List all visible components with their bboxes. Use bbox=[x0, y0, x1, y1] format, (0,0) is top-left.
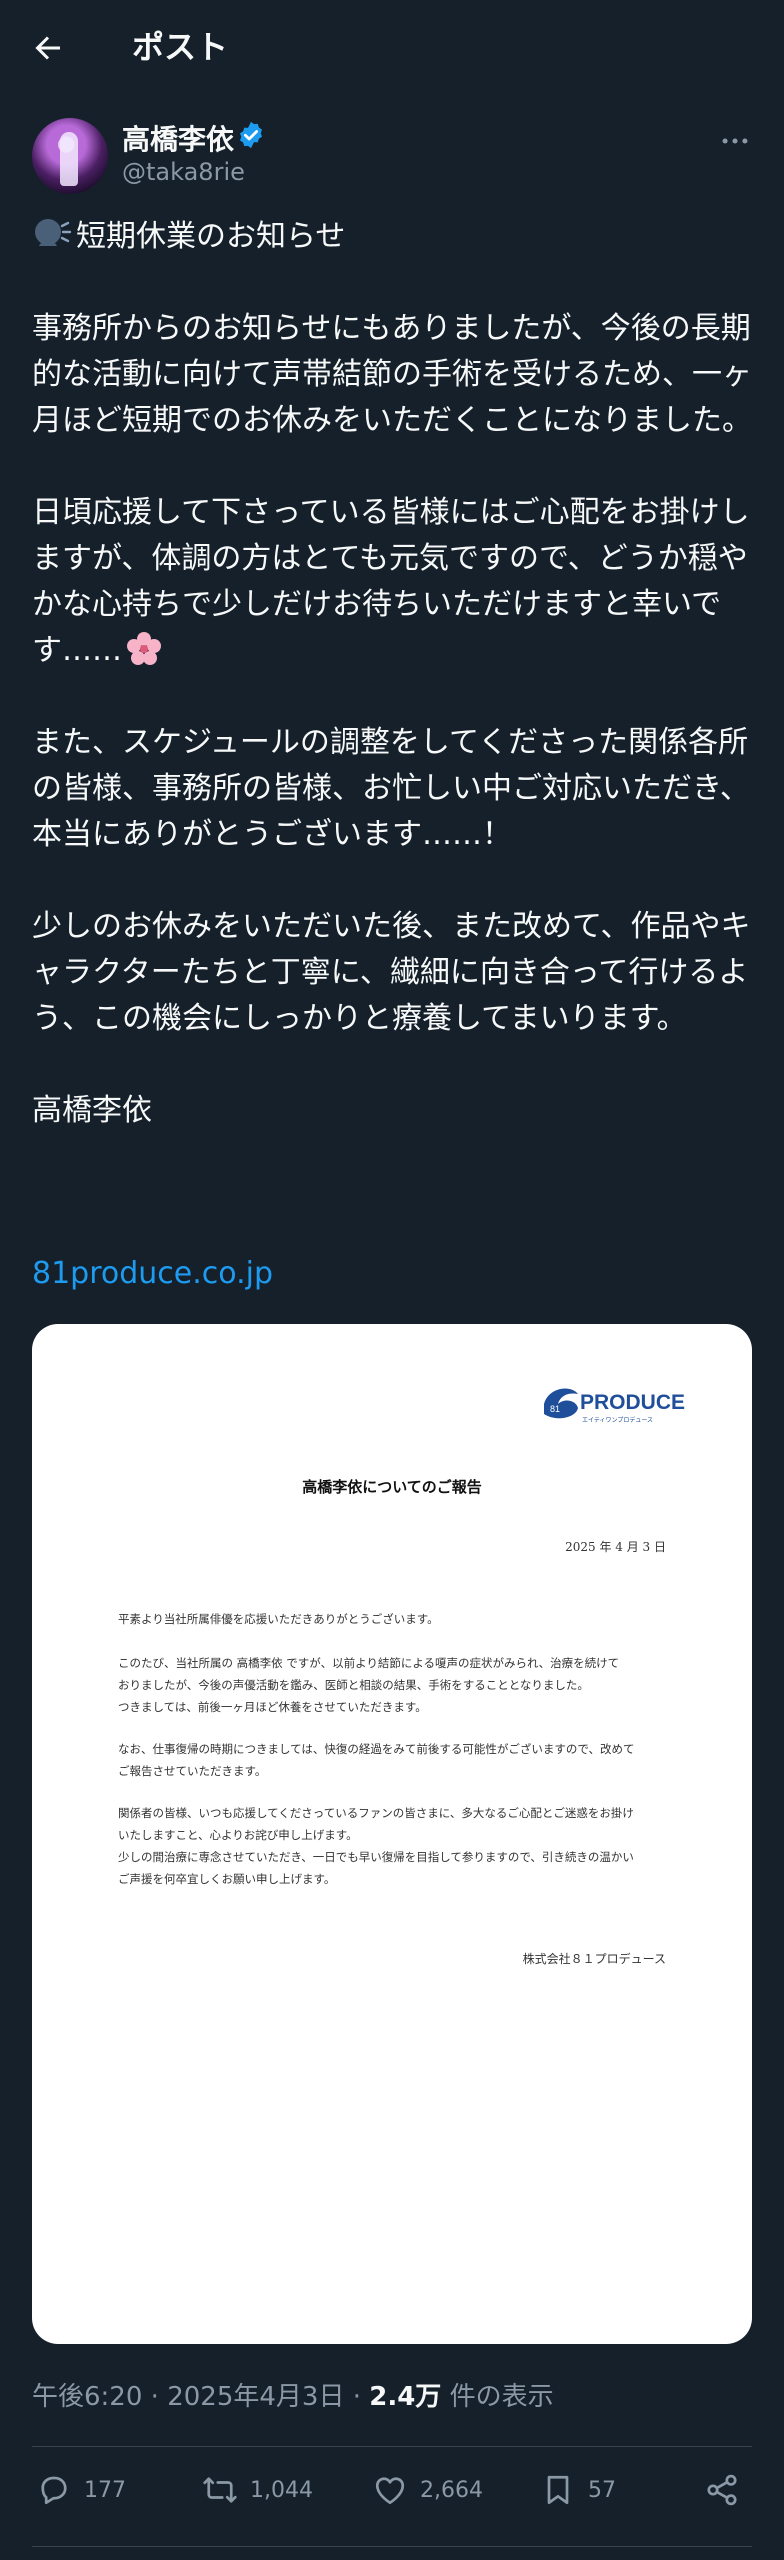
81produce-logo-icon: 81 PRODUCE エイティワンプロデュース bbox=[544, 1388, 685, 1424]
post-time[interactable]: 午後6:20 bbox=[32, 2382, 142, 2412]
bookmark-count: 57 bbox=[588, 2477, 616, 2503]
reply-count: 177 bbox=[84, 2477, 126, 2503]
views-count[interactable]: 2.4万 bbox=[369, 2382, 441, 2412]
bookmark-button[interactable]: 57 bbox=[540, 2470, 616, 2510]
post-signature: 高橋李依 bbox=[32, 1093, 152, 1128]
document-paragraph: このたび、当社所属の 高橋李依 ですが、以前より結節による嗄声の症状がみられ、治… bbox=[118, 1656, 620, 1714]
document-company: 株式会社８１プロデュース bbox=[522, 1952, 666, 1966]
page-title: ポスト bbox=[132, 28, 229, 66]
verified-badge-icon bbox=[240, 121, 262, 149]
svg-text:81: 81 bbox=[550, 1404, 560, 1414]
avatar[interactable] bbox=[32, 118, 108, 194]
bookmark-icon bbox=[547, 2475, 569, 2505]
author-display-name[interactable]: 高橋李依 bbox=[122, 118, 234, 158]
document-paragraph: なお、仕事復帰の時期につきましては、快復の経過をみて前後する可能性がございますの… bbox=[118, 1742, 635, 1778]
share-icon[interactable] bbox=[704, 2472, 740, 2508]
attached-image[interactable]: 81 PRODUCE エイティワンプロデュース 高橋李依についてのご報告 202… bbox=[32, 1324, 752, 2344]
author-handle[interactable]: @taka8rie bbox=[122, 158, 245, 186]
views-label: 件の表示 bbox=[449, 2382, 554, 2412]
post-paragraph: 少しのお休みをいただいた後、また改めて、作品やキャラクターたちと丁寧に、繊細に向… bbox=[32, 909, 751, 1036]
repost-icon bbox=[203, 2477, 237, 2503]
divider bbox=[32, 2446, 752, 2447]
post-text: 短期休業のお知らせ 事務所からのお知らせにもありましたが、今後の長期的な活動に向… bbox=[32, 214, 754, 1134]
more-options-icon[interactable] bbox=[718, 124, 752, 158]
cherry-blossom-icon bbox=[122, 632, 162, 668]
reply-button[interactable]: 177 bbox=[36, 2470, 126, 2510]
website-link[interactable]: 81produce.co.jp bbox=[32, 1256, 273, 1291]
svg-text:PRODUCE: PRODUCE bbox=[580, 1391, 685, 1414]
post-meta: 午後6:20 · 2025年4月3日 · 2.4万 件の表示 bbox=[32, 2382, 554, 2412]
back-arrow-icon[interactable] bbox=[30, 30, 66, 66]
document-title: 高橋李依についてのご報告 bbox=[302, 1478, 482, 1496]
post-paragraph: 事務所からのお知らせにもありましたが、今後の長期的な活動に向けて声帯結節の手術を… bbox=[32, 311, 752, 438]
repost-button[interactable]: 1,044 bbox=[202, 2470, 313, 2510]
top-bar: ポスト bbox=[0, 0, 784, 96]
document-paragraph: 平素より当社所属俳優を応援いただきありがとうございます。 bbox=[118, 1612, 439, 1626]
divider bbox=[32, 2546, 752, 2547]
like-count: 2,664 bbox=[420, 2477, 483, 2503]
document-date: 2025 年 4 月 3 日 bbox=[565, 1540, 666, 1554]
post-first-line: 短期休業のお知らせ bbox=[76, 219, 346, 254]
speaking-head-icon bbox=[32, 219, 76, 254]
like-button[interactable]: 2,664 bbox=[372, 2470, 483, 2510]
document-paragraph: 関係者の皆様、いつも応援してくださっているファンの皆さまに、多大なるご心配とご迷… bbox=[118, 1806, 634, 1886]
post-paragraph: また、スケジュールの調整をしてくださった関係各所の皆様、事務所の皆様、お忙しい中… bbox=[32, 725, 750, 852]
post-date[interactable]: 2025年4月3日 bbox=[167, 2382, 344, 2412]
reply-icon bbox=[41, 2476, 67, 2505]
svg-text:エイティワンプロデュース: エイティワンプロデュース bbox=[582, 1416, 653, 1424]
repost-count: 1,044 bbox=[250, 2477, 313, 2503]
heart-icon bbox=[375, 2477, 405, 2505]
